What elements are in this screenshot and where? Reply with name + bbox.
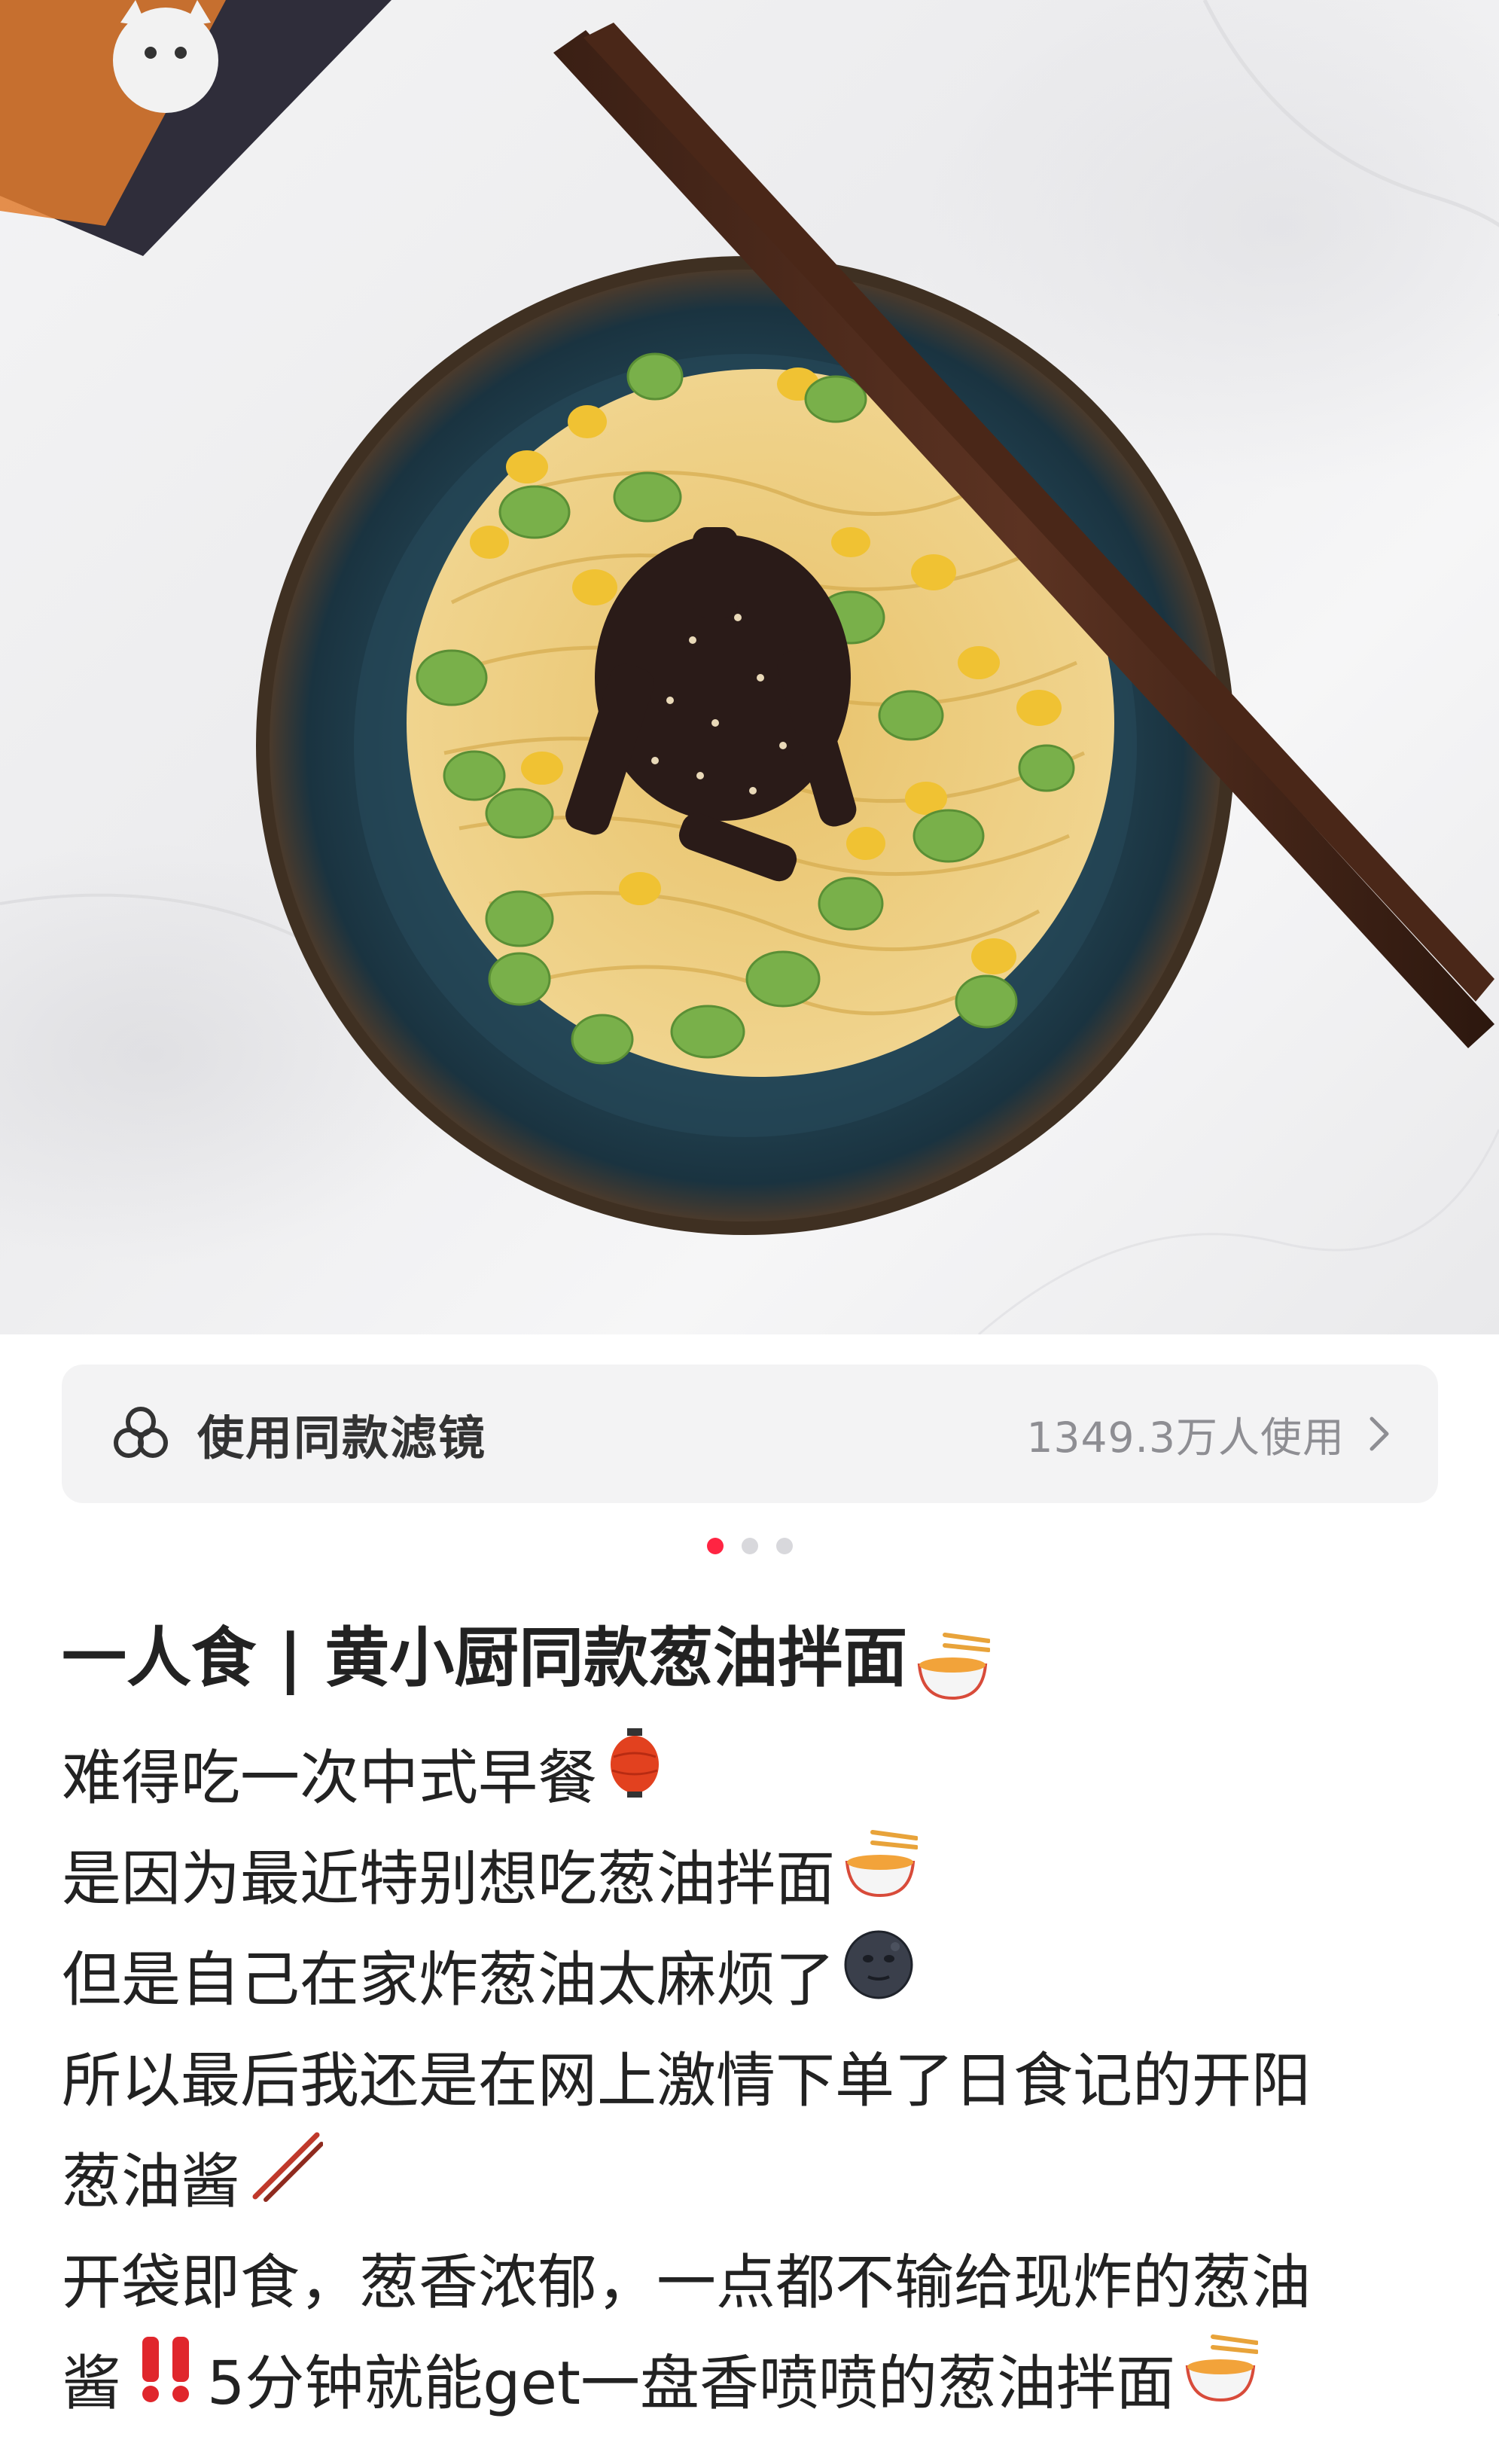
double-exclamation-icon xyxy=(135,2332,198,2435)
post-line-text: 开袋即食，葱香浓郁，一点都不输给现炸的葱油 xyxy=(62,2248,1311,2317)
post-line: 开袋即食，葱香浓郁，一点都不输给现炸的葱油 xyxy=(62,2232,1440,2333)
post-line-text: 难得吃一次中式早餐 xyxy=(62,1743,597,1813)
chopsticks-icon xyxy=(248,2130,324,2233)
post-line: 葱油酱 xyxy=(62,2131,1440,2232)
noodle-bowl-icon xyxy=(1183,2332,1259,2435)
filter-icon xyxy=(114,1407,168,1458)
post-line: 难得吃一次中式早餐 xyxy=(62,1728,1440,1828)
post-line: 酱 5分钟就能get一盘香喷喷的葱油拌面 xyxy=(62,2333,1440,2434)
post-line-text: 是因为最近特别想吃葱油拌面 xyxy=(62,1844,835,1914)
carousel-indicator xyxy=(0,1538,1499,1563)
post-title-text: 一人食 | 黄小厨同款葱油拌面 xyxy=(62,1621,908,1696)
post-line-text: 5分钟就能get一盘香喷喷的葱油拌面 xyxy=(207,2349,1175,2418)
carousel-dot[interactable] xyxy=(741,1538,758,1554)
carousel-dot-active[interactable] xyxy=(706,1538,724,1554)
noodle-bowl-icon xyxy=(915,1603,992,1723)
post-line: 是因为最近特别想吃葱油拌面 xyxy=(62,1828,1440,1929)
post-image[interactable] xyxy=(0,0,1499,1334)
post-line-text: 但是自己在家炸葱油太麻烦了 xyxy=(62,1945,835,2014)
post-line-text: 葱油酱 xyxy=(62,2147,240,2216)
chevron-right-icon xyxy=(1370,1416,1389,1451)
post-body: 难得吃一次中式早餐 是因为最近特别想吃葱油拌面 但是自己在家炸葱油太麻烦了 所以… xyxy=(62,1728,1440,2434)
post-title: 一人食 | 黄小厨同款葱油拌面 xyxy=(62,1598,1440,1723)
filter-bar[interactable]: 使用同款滤镜 1349.3万人使用 xyxy=(62,1365,1438,1503)
filter-bar-right: 1349.3万人使用 xyxy=(1027,1404,1394,1464)
carousel-dot[interactable] xyxy=(775,1538,793,1554)
post-line: 但是自己在家炸葱油太麻烦了 xyxy=(62,1929,1440,2030)
noodle-bowl-icon xyxy=(842,1828,919,1930)
post-line-text: 所以最后我还是在网上激情下单了日食记的开阳 xyxy=(62,2046,1311,2115)
new-moon-face-icon xyxy=(842,1929,915,2031)
filter-usage-count: 1349.3万人使用 xyxy=(1026,1413,1345,1462)
lantern-icon xyxy=(605,1727,665,1829)
post-line-prefix: 酱 xyxy=(62,2349,121,2418)
post-line: 所以最后我还是在网上激情下单了日食记的开阳 xyxy=(62,2030,1440,2131)
noodle-bowl-photo xyxy=(0,0,1499,1334)
filter-label: 使用同款滤镜 xyxy=(197,1410,487,1465)
filter-bar-left: 使用同款滤镜 xyxy=(108,1400,486,1468)
